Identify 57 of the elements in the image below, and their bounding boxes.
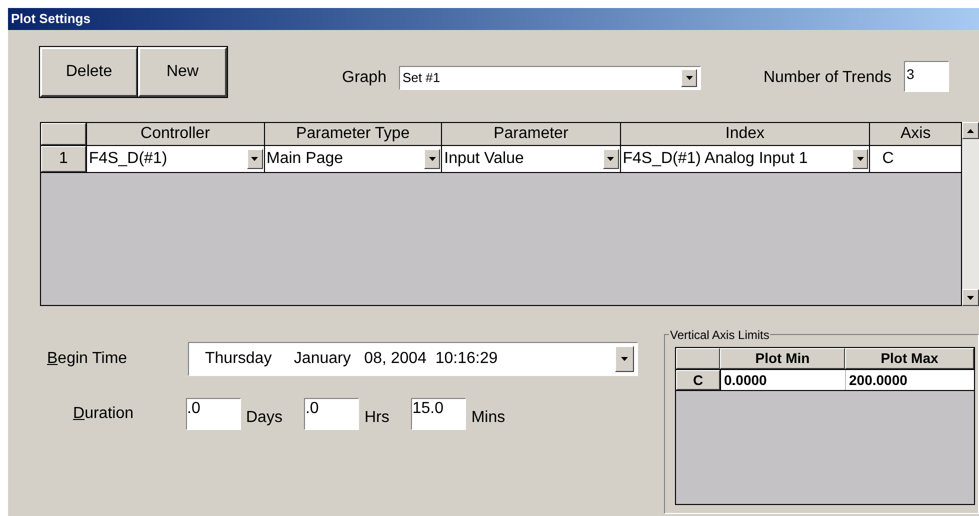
begin-time-value: Thursday January 08, 2004 10:16:29 bbox=[204, 349, 498, 369]
unit-label: Hrs bbox=[364, 408, 390, 428]
dropdown-cell[interactable]: Input Value bbox=[441, 146, 620, 172]
column-header: Parameter bbox=[441, 123, 620, 145]
table-cell: C bbox=[869, 146, 962, 172]
table-cell: 0.0000 bbox=[720, 370, 845, 390]
corner-header bbox=[41, 123, 86, 145]
dropdown-button[interactable] bbox=[615, 346, 634, 372]
caret-icon bbox=[607, 157, 614, 161]
column-header: Controller bbox=[86, 123, 264, 145]
cell-value: F4S_D(#1) bbox=[88, 149, 168, 169]
cell-value: Main Page bbox=[266, 149, 344, 169]
begin-time-dropdown[interactable]: Thursday January 08, 2004 10:16:29 bbox=[188, 342, 638, 376]
trends-field[interactable]: 3 bbox=[904, 60, 949, 92]
scroll-up-button[interactable] bbox=[962, 122, 979, 139]
caret-icon bbox=[621, 357, 628, 361]
scrollbar[interactable] bbox=[962, 122, 979, 306]
window-title: Plot Settings bbox=[11, 10, 90, 28]
dropdown-button[interactable] bbox=[246, 149, 263, 169]
column-header: Axis bbox=[869, 123, 961, 145]
duration-label: Duration bbox=[73, 404, 134, 424]
caret-icon bbox=[428, 157, 436, 161]
dropdown-button[interactable] bbox=[602, 149, 619, 169]
dropdown-cell[interactable]: Main Page bbox=[264, 146, 442, 172]
dropdown-button[interactable] bbox=[424, 149, 440, 169]
caret-icon bbox=[251, 157, 258, 161]
cell-value: F4S_D(#1) Analog Input 1 bbox=[622, 149, 808, 169]
column-header: Plot Max bbox=[845, 348, 974, 369]
trends-label: Number of Trends bbox=[763, 68, 892, 88]
corner-header bbox=[676, 348, 720, 369]
duration-field[interactable]: .0 bbox=[304, 398, 360, 430]
cell-value: Input Value bbox=[444, 149, 524, 169]
caret-icon bbox=[686, 76, 693, 80]
toolbar-button[interactable]: Delete bbox=[40, 47, 138, 97]
dropdown-button[interactable] bbox=[852, 149, 868, 169]
row-header: C bbox=[676, 370, 720, 390]
table-cell: 200.0000 bbox=[845, 370, 974, 390]
column-header: Plot Min bbox=[720, 348, 845, 369]
duration-field[interactable]: 15.0 bbox=[411, 398, 466, 430]
toolbar-button[interactable]: New bbox=[138, 47, 227, 97]
unit-label: Mins bbox=[471, 408, 506, 428]
up-arrow-icon bbox=[967, 128, 974, 132]
column-header: Index bbox=[620, 123, 870, 145]
caret-icon bbox=[856, 157, 864, 161]
dropdown-button[interactable] bbox=[681, 69, 698, 87]
column-header: Parameter Type bbox=[264, 123, 442, 145]
begin-time-label: Begin Time bbox=[47, 349, 128, 369]
duration-field[interactable]: .0 bbox=[186, 398, 241, 430]
graph-dropdown[interactable]: Set #1 bbox=[399, 66, 702, 90]
dropdown-cell[interactable]: F4S_D(#1) bbox=[86, 146, 264, 172]
dropdown-cell[interactable]: F4S_D(#1) Analog Input 1 bbox=[620, 146, 870, 172]
down-arrow-icon bbox=[967, 296, 974, 300]
row-header: 1 bbox=[41, 146, 86, 172]
unit-label: Days bbox=[246, 408, 282, 428]
graph-label: Graph bbox=[342, 68, 386, 88]
graph-value: Set #1 bbox=[401, 69, 440, 88]
scroll-down-button[interactable] bbox=[962, 289, 979, 306]
